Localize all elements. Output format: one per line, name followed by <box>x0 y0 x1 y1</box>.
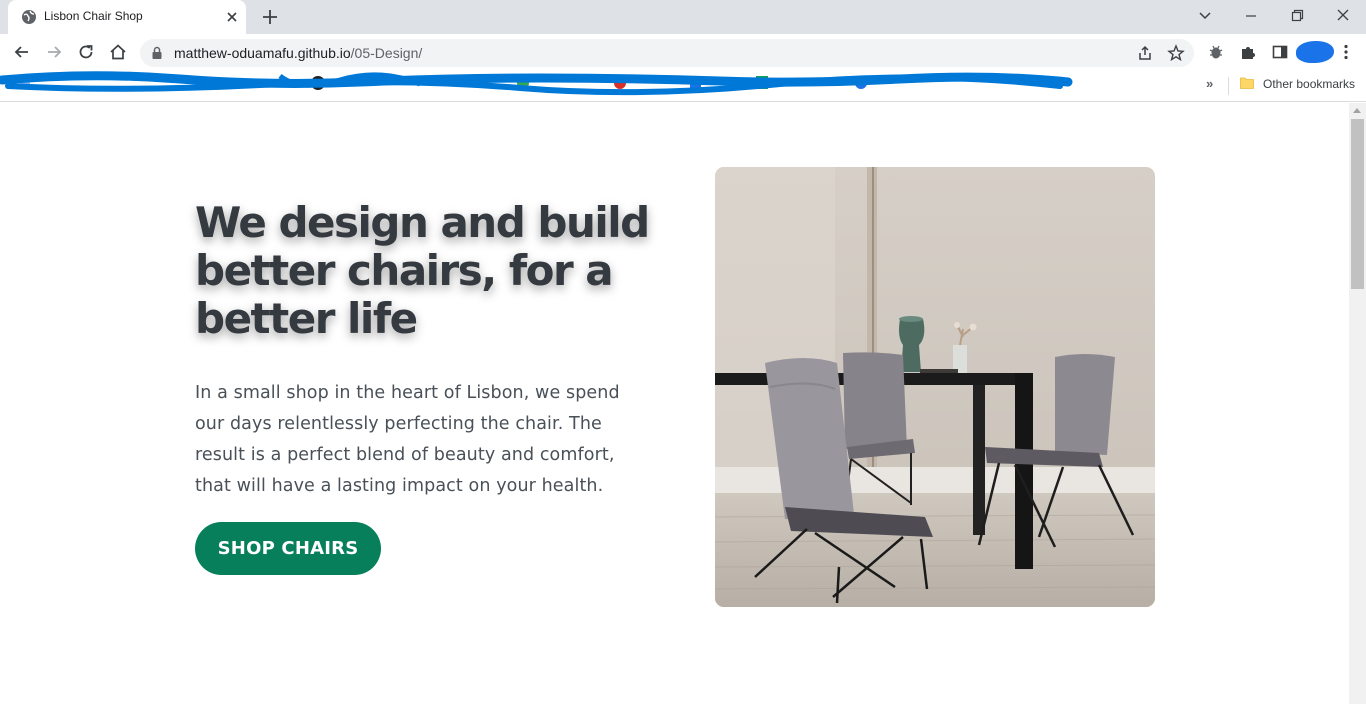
extensions-puzzle-icon[interactable] <box>1238 42 1258 62</box>
tab-search-icon[interactable] <box>1192 4 1218 26</box>
page-viewport: We design and build better chairs, for a… <box>0 103 1349 704</box>
lock-icon[interactable] <box>150 46 164 60</box>
side-panel-icon[interactable] <box>1270 42 1290 62</box>
bug-extension-icon[interactable] <box>1206 42 1226 62</box>
folder-icon <box>1240 77 1254 89</box>
page-scrollbar[interactable] <box>1349 103 1366 704</box>
address-bar[interactable]: matthew-oduamafu.github.io/05-Design/ <box>140 39 1194 67</box>
browser-tab[interactable]: Lisbon Chair Shop <box>8 0 246 34</box>
profile-avatar[interactable] <box>1296 41 1334 63</box>
other-bookmarks-link[interactable]: Other bookmarks <box>1263 77 1355 91</box>
share-icon[interactable] <box>1136 44 1154 62</box>
hero-heading: We design and build better chairs, for a… <box>195 198 650 343</box>
bookmarks-bar: » Other bookmarks <box>0 70 1366 102</box>
new-tab-icon[interactable] <box>260 7 280 27</box>
bookmarks-overflow-button[interactable]: » <box>1206 76 1213 91</box>
forward-arrow-icon[interactable] <box>44 42 64 62</box>
scrollbar-thumb[interactable] <box>1351 119 1364 289</box>
browser-toolbar: matthew-oduamafu.github.io/05-Design/ <box>0 34 1366 70</box>
tab-title: Lisbon Chair Shop <box>44 9 143 23</box>
menu-kebab-icon[interactable] <box>1336 42 1356 62</box>
restore-icon[interactable] <box>1284 4 1310 26</box>
hero-chairs-image <box>715 167 1155 607</box>
reload-icon[interactable] <box>76 42 96 62</box>
url-path: /05-Design/ <box>350 45 423 61</box>
back-arrow-icon[interactable] <box>12 42 32 62</box>
close-window-icon[interactable] <box>1330 4 1356 26</box>
scroll-up-arrow-icon[interactable] <box>1353 108 1361 113</box>
url-text[interactable]: matthew-oduamafu.github.io/05-Design/ <box>174 45 422 61</box>
shop-chairs-button[interactable]: SHOP CHAIRS <box>195 522 381 575</box>
minimize-icon[interactable] <box>1238 4 1264 26</box>
hero-description: In a small shop in the heart of Lisbon, … <box>195 383 620 496</box>
home-icon[interactable] <box>108 42 128 62</box>
url-host: matthew-oduamafu.github.io <box>174 45 351 61</box>
bookmark-star-icon[interactable] <box>1167 44 1185 62</box>
redacted-bookmarks-scribble <box>0 71 1073 96</box>
tab-strip: Lisbon Chair Shop <box>0 0 1366 34</box>
close-tab-icon[interactable] <box>224 9 240 25</box>
bookmarks-divider <box>1228 77 1229 95</box>
globe-icon <box>22 10 36 24</box>
